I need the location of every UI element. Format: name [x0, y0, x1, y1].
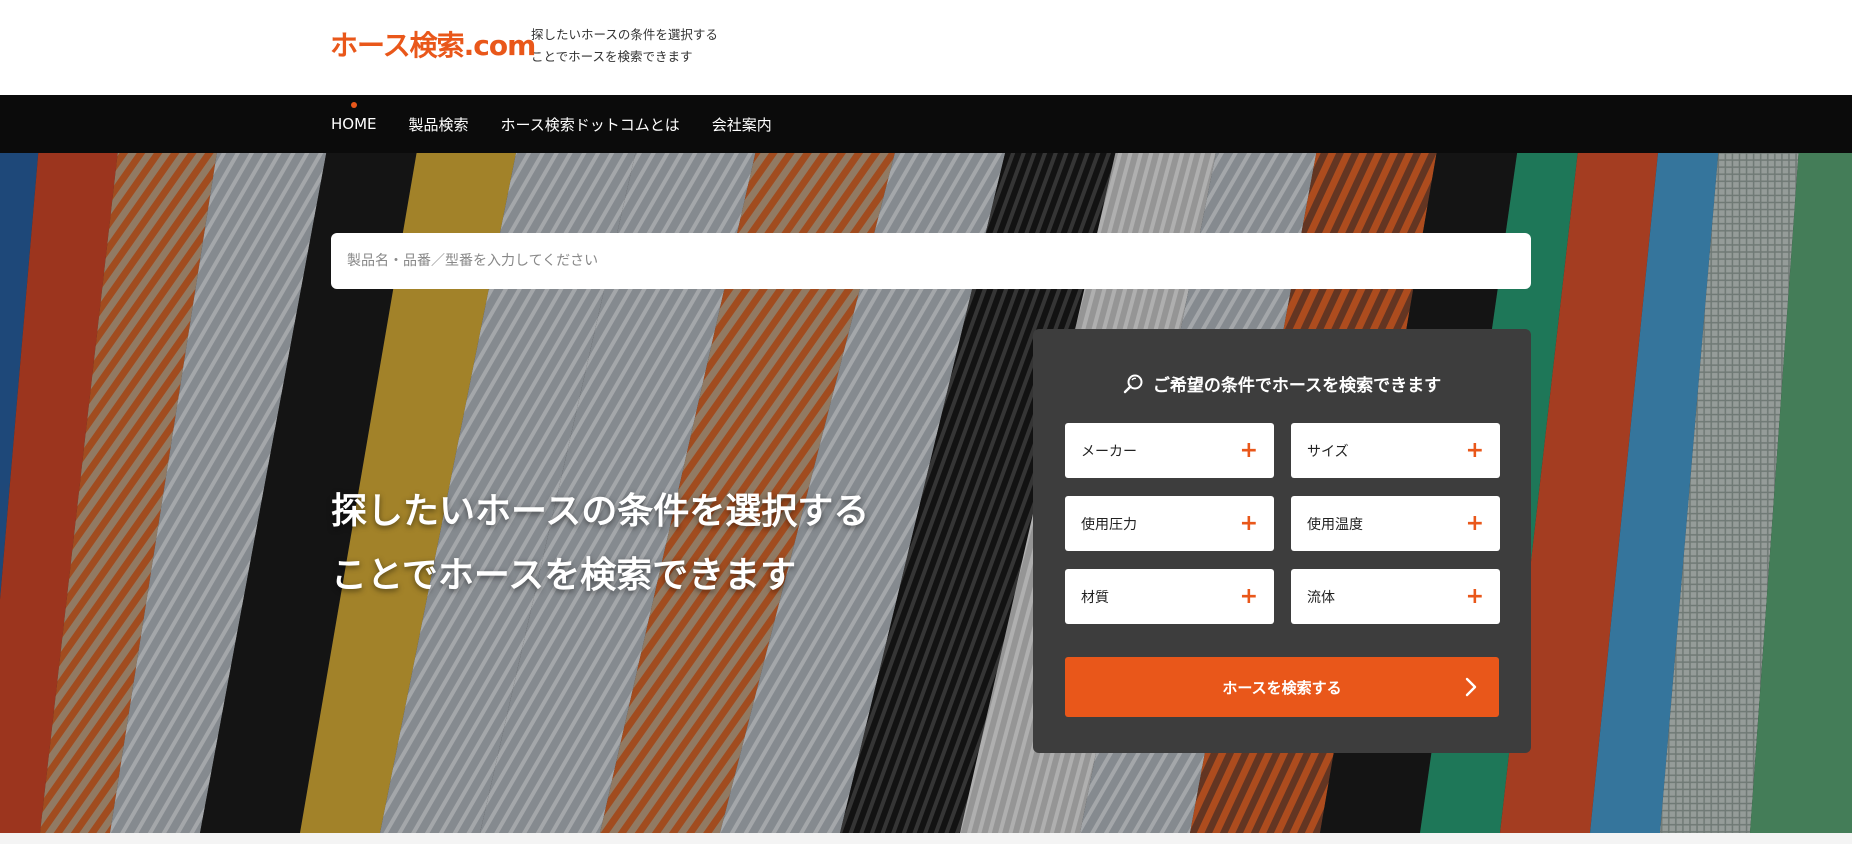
condition-maker[interactable]: メーカー +	[1065, 423, 1274, 478]
page-bottom-strip	[0, 833, 1852, 844]
search-hose-button[interactable]: ホースを検索する	[1065, 657, 1499, 717]
plus-icon: +	[1465, 510, 1484, 536]
nav-item-home[interactable]: HOME	[331, 102, 377, 133]
hero-heading: 探したいホースの条件を選択する ことでホースを検索できます	[331, 491, 870, 596]
logo-text: ホース検索.com	[330, 29, 536, 62]
panel-title: ご希望の条件でホースを検索できます	[1033, 371, 1531, 396]
plus-icon: +	[1465, 437, 1484, 463]
condition-material[interactable]: 材質 +	[1065, 569, 1274, 624]
plus-icon: +	[1239, 583, 1258, 609]
product-search-input[interactable]	[331, 233, 1531, 289]
header-tagline: 探したいホースの条件を選択する ことでホースを検索できます	[531, 27, 718, 64]
chevron-right-icon	[1465, 677, 1477, 697]
nav-item-company[interactable]: 会社案内	[712, 114, 772, 135]
condition-temperature[interactable]: 使用温度 +	[1291, 496, 1500, 551]
condition-search-panel: ご希望の条件でホースを検索できます メーカー + サイズ + 使用圧力 + 使用…	[1033, 329, 1531, 753]
nav-item-about[interactable]: ホース検索ドットコムとは	[501, 114, 680, 135]
condition-pressure[interactable]: 使用圧力 +	[1065, 496, 1274, 551]
nav-item-product-search[interactable]: 製品検索	[409, 114, 469, 135]
site-logo[interactable]: ホース検索.com	[330, 24, 536, 64]
plus-icon: +	[1465, 583, 1484, 609]
search-icon	[1123, 374, 1143, 393]
site-header: ホース検索.com 探したいホースの条件を選択する ことでホースを検索できます	[0, 0, 1852, 95]
condition-size[interactable]: サイズ +	[1291, 423, 1500, 478]
plus-icon: +	[1239, 437, 1258, 463]
main-nav: HOME 製品検索 ホース検索ドットコムとは 会社案内	[0, 95, 1852, 153]
condition-fluid[interactable]: 流体 +	[1291, 569, 1500, 624]
plus-icon: +	[1239, 510, 1258, 536]
